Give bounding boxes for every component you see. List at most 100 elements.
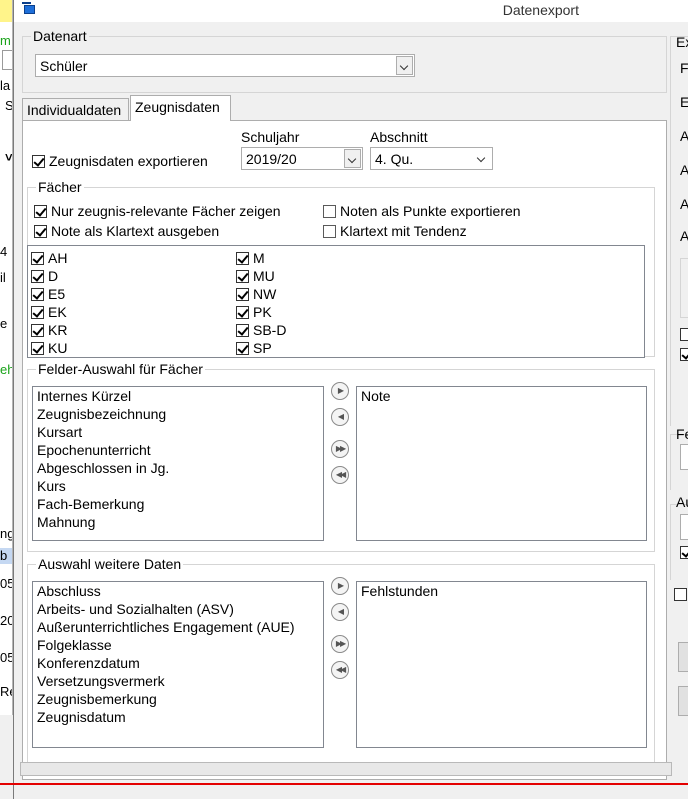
subject-checkbox[interactable]: SP [236, 340, 272, 356]
note-als-klartext-checkbox[interactable]: Note als Klartext ausgeben [34, 223, 219, 239]
chevron-down-icon[interactable] [344, 149, 361, 168]
schuljahr-select[interactable]: 2019/20 [241, 147, 363, 170]
datenart-label: Datenart [31, 28, 89, 44]
list-item[interactable]: Konferenzdatum [33, 654, 323, 672]
action-button[interactable] [678, 686, 688, 716]
bg-fragment: la [0, 78, 11, 93]
list-item[interactable]: Note [357, 387, 646, 405]
datenexport-dialog: Datenexport Datenart Schüler Individuald… [13, 0, 688, 799]
list-item[interactable]: Kurs [33, 477, 323, 495]
move-all-right-icon[interactable]: ▶▶ [331, 635, 349, 653]
subject-label: SB-D [253, 322, 287, 338]
list-item[interactable]: Arbeits- und Sozialhalten (ASV) [33, 600, 323, 618]
subject-checkbox[interactable]: KU [31, 340, 67, 356]
klartext-mit-tendenz-checkbox[interactable]: Klartext mit Tendenz [323, 223, 467, 239]
list-item[interactable]: Zeugnisbemerkung [33, 690, 323, 708]
move-right-icon[interactable]: ▶ [331, 577, 349, 595]
subject-checkbox[interactable]: PK [236, 304, 272, 320]
noten-als-punkte-checkbox[interactable]: Noten als Punkte exportieren [323, 203, 521, 219]
option-checkbox[interactable] [680, 328, 688, 341]
checkbox-box[interactable] [34, 224, 47, 238]
zeugnisdaten-exportieren-checkbox[interactable]: Zeugnisdaten exportieren [32, 153, 208, 169]
move-left-icon[interactable]: ◀ [331, 408, 349, 426]
bg-fragment: 05 [0, 576, 12, 591]
checkbox-box[interactable] [236, 269, 249, 283]
option-checkbox[interactable] [680, 348, 688, 361]
au-group-label: Au [676, 494, 688, 510]
weitere-daten-label: Auswahl weitere Daten [36, 556, 184, 572]
move-all-left-icon[interactable]: ◀◀ [331, 466, 349, 484]
option-checkbox[interactable] [674, 588, 687, 601]
subject-checkbox[interactable]: AH [31, 250, 67, 266]
list-item[interactable]: Versetzungsvermerk [33, 672, 323, 690]
felder-available-list[interactable]: Internes Kürzel Zeugnisbezeichnung Kursa… [32, 386, 324, 541]
export-options-label: Ex [676, 34, 688, 50]
list-item[interactable]: Zeugnisdatum [33, 708, 323, 726]
list-item[interactable]: Fach-Bemerkung [33, 495, 323, 513]
bg-highlight [0, 0, 12, 22]
subject-checkbox[interactable]: D [31, 268, 58, 284]
felder-selected-list[interactable]: Note [356, 386, 647, 541]
abschnitt-select[interactable]: 4. Qu. [370, 147, 493, 170]
checkbox-box[interactable] [323, 204, 336, 218]
subject-checkbox[interactable]: NW [236, 286, 276, 302]
subject-label: M [253, 250, 265, 266]
bg-fragment: il [0, 270, 6, 285]
weitere-available-list[interactable]: Abschluss Arbeits- und Sozialhalten (ASV… [32, 581, 324, 748]
tab-zeugnisdaten[interactable]: Zeugnisdaten [130, 95, 231, 121]
checkbox-box[interactable] [31, 287, 44, 301]
checkbox-box[interactable] [32, 154, 45, 168]
list-item[interactable]: Mahnung [33, 513, 323, 531]
list-item[interactable]: Außerunterrichtliches Engagement (AUE) [33, 618, 323, 636]
checkbox-box[interactable] [31, 341, 44, 355]
checkbox-box[interactable] [236, 251, 249, 265]
checkbox-box[interactable] [31, 323, 44, 337]
list-item[interactable]: Epochenunterricht [33, 441, 323, 459]
subject-checkbox[interactable]: SB-D [236, 322, 286, 338]
list-item[interactable]: Fehlstunden [357, 582, 646, 600]
felder-auswahl-label: Felder-Auswahl für Fächer [36, 361, 205, 377]
checkbox-box[interactable] [31, 305, 44, 319]
datenart-select[interactable]: Schüler [35, 54, 415, 77]
au-checkbox[interactable] [680, 546, 688, 559]
checkbox-box[interactable] [34, 204, 47, 218]
action-button[interactable] [678, 642, 688, 672]
subject-checkbox[interactable]: MU [236, 268, 275, 284]
checkbox-box[interactable] [236, 287, 249, 301]
bg-fragment: m [0, 33, 11, 48]
fe-field[interactable] [680, 444, 688, 470]
option-box[interactable] [680, 258, 688, 318]
nur-zeugnis-relevante-checkbox[interactable]: Nur zeugnis-relevante Fächer zeigen [34, 203, 281, 219]
move-left-icon[interactable]: ◀ [331, 603, 349, 621]
list-item[interactable]: Folgeklasse [33, 636, 323, 654]
subject-label: PK [253, 304, 272, 320]
subject-checkbox[interactable]: M [236, 250, 265, 266]
checkbox-box[interactable] [31, 251, 44, 265]
checkbox-box[interactable] [323, 224, 336, 238]
weitere-selected-list[interactable]: Fehlstunden [356, 581, 647, 748]
list-item[interactable]: Internes Kürzel [33, 387, 323, 405]
title-bar[interactable]: Datenexport [14, 0, 688, 22]
chevron-down-icon[interactable] [396, 56, 413, 75]
chevron-down-icon[interactable] [474, 149, 491, 168]
move-right-icon[interactable]: ▶ [331, 382, 349, 400]
checkbox-box[interactable] [236, 323, 249, 337]
move-all-right-icon[interactable]: ▶▶ [331, 440, 349, 458]
au-field[interactable] [680, 514, 688, 540]
subject-label: SP [253, 340, 272, 356]
checkbox-box[interactable] [236, 341, 249, 355]
list-item[interactable]: Abschluss [33, 582, 323, 600]
subject-checkbox[interactable]: E5 [31, 286, 65, 302]
checkbox-box[interactable] [31, 269, 44, 283]
faecher-list[interactable]: AH D E5 EK KR KU M MU NW PK SB-D SP [27, 245, 645, 358]
list-item[interactable]: Zeugnisbezeichnung [33, 405, 323, 423]
checkbox-label: Zeugnisdaten exportieren [49, 153, 208, 169]
subject-label: MU [253, 268, 275, 284]
subject-checkbox[interactable]: KR [31, 322, 67, 338]
tab-individualdaten[interactable]: Individualdaten [22, 98, 129, 120]
checkbox-box[interactable] [236, 305, 249, 319]
list-item[interactable]: Abgeschlossen in Jg. [33, 459, 323, 477]
move-all-left-icon[interactable]: ◀◀ [331, 661, 349, 679]
subject-checkbox[interactable]: EK [31, 304, 67, 320]
list-item[interactable]: Kursart [33, 423, 323, 441]
